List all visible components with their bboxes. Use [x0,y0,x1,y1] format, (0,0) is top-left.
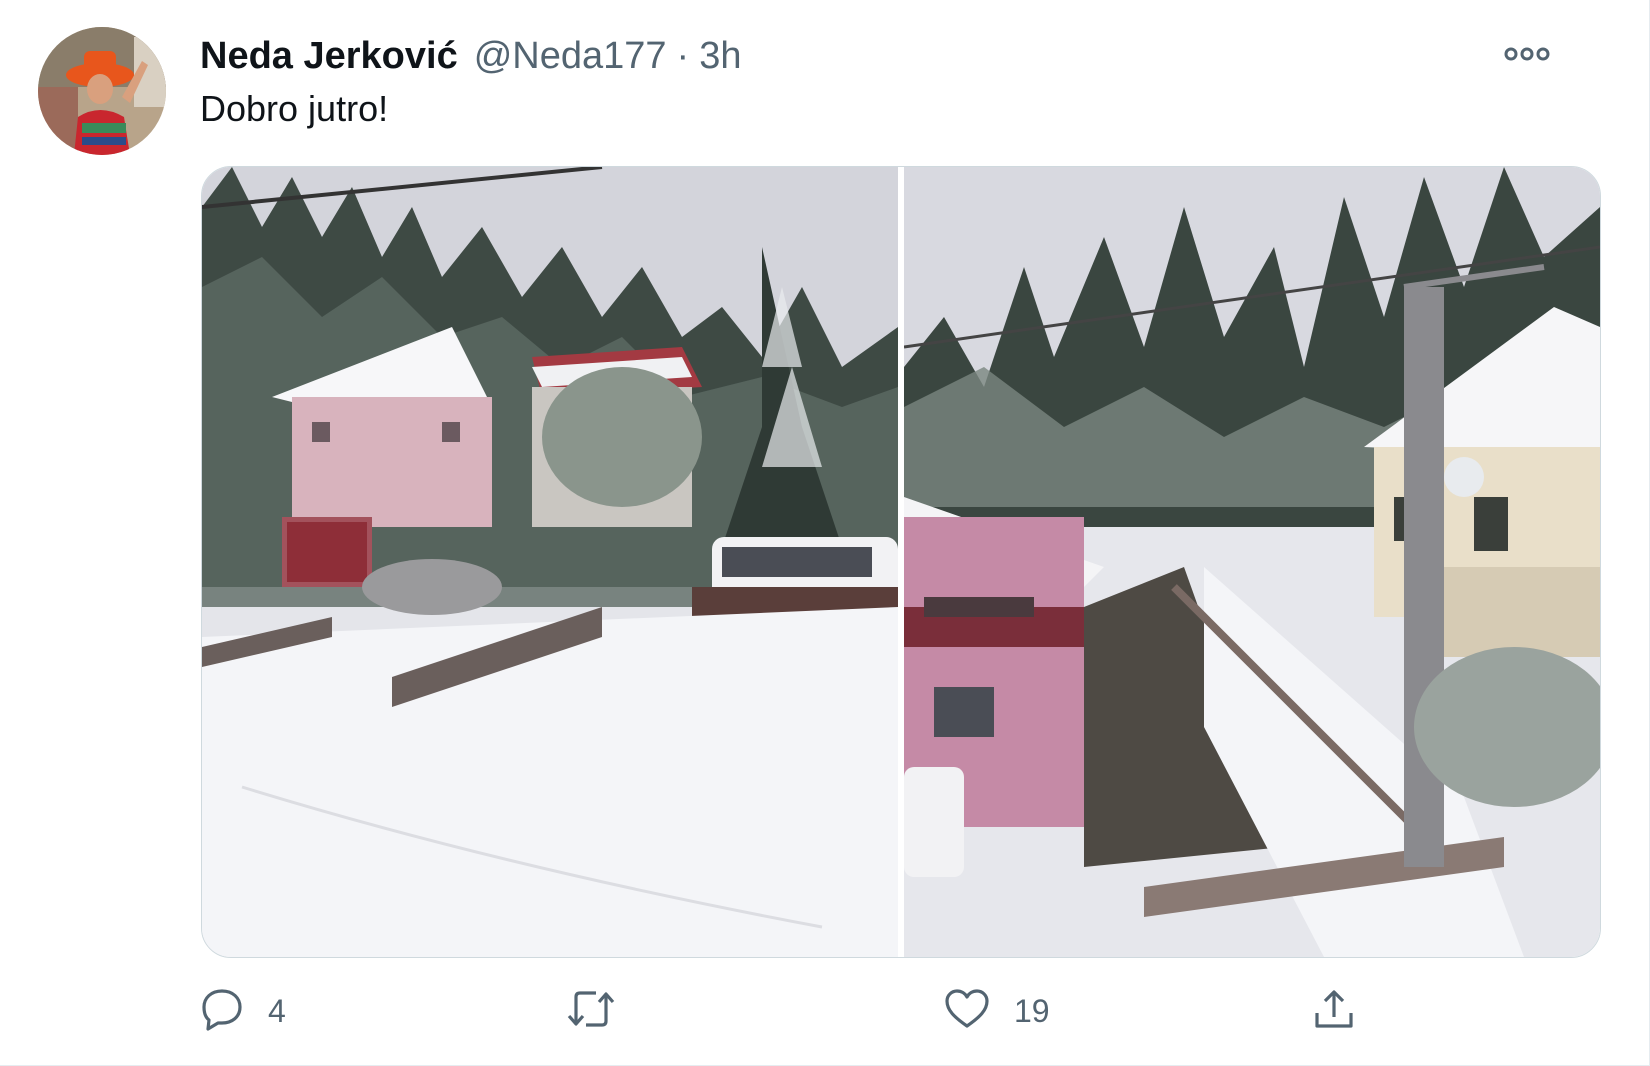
tweet-container[interactable]: Neda Jerković @Neda177 · 3h Dobro jutro! [0,0,1650,1066]
tweet-text: Dobro jutro! [200,88,389,129]
author-name[interactable]: Neda Jerković [200,35,458,78]
retweet-icon [566,987,616,1036]
snowy-village-photo-right[interactable] [904,167,1600,957]
reply-count: 4 [268,992,286,1029]
tweet-header: Neda Jerković @Neda177 · 3h [200,30,741,82]
share-button[interactable] [1312,985,1356,1037]
tweet-media [201,166,1601,958]
retweet-button[interactable] [566,985,640,1037]
tweet-actions: 4 19 [200,985,1400,1037]
author-avatar[interactable] [38,27,166,155]
reply-icon [200,987,244,1036]
snowy-village-photo-left[interactable] [202,167,898,957]
share-icon [1312,987,1356,1036]
author-handle[interactable]: @Neda177 [474,35,667,78]
like-button[interactable]: 19 [944,985,1050,1037]
separator-dot: · [676,34,690,77]
tweet-timestamp[interactable]: 3h [699,35,741,78]
like-count: 19 [1014,992,1050,1029]
more-options-icon[interactable] [1497,36,1557,72]
heart-icon [944,988,990,1035]
reply-button[interactable]: 4 [200,985,286,1037]
